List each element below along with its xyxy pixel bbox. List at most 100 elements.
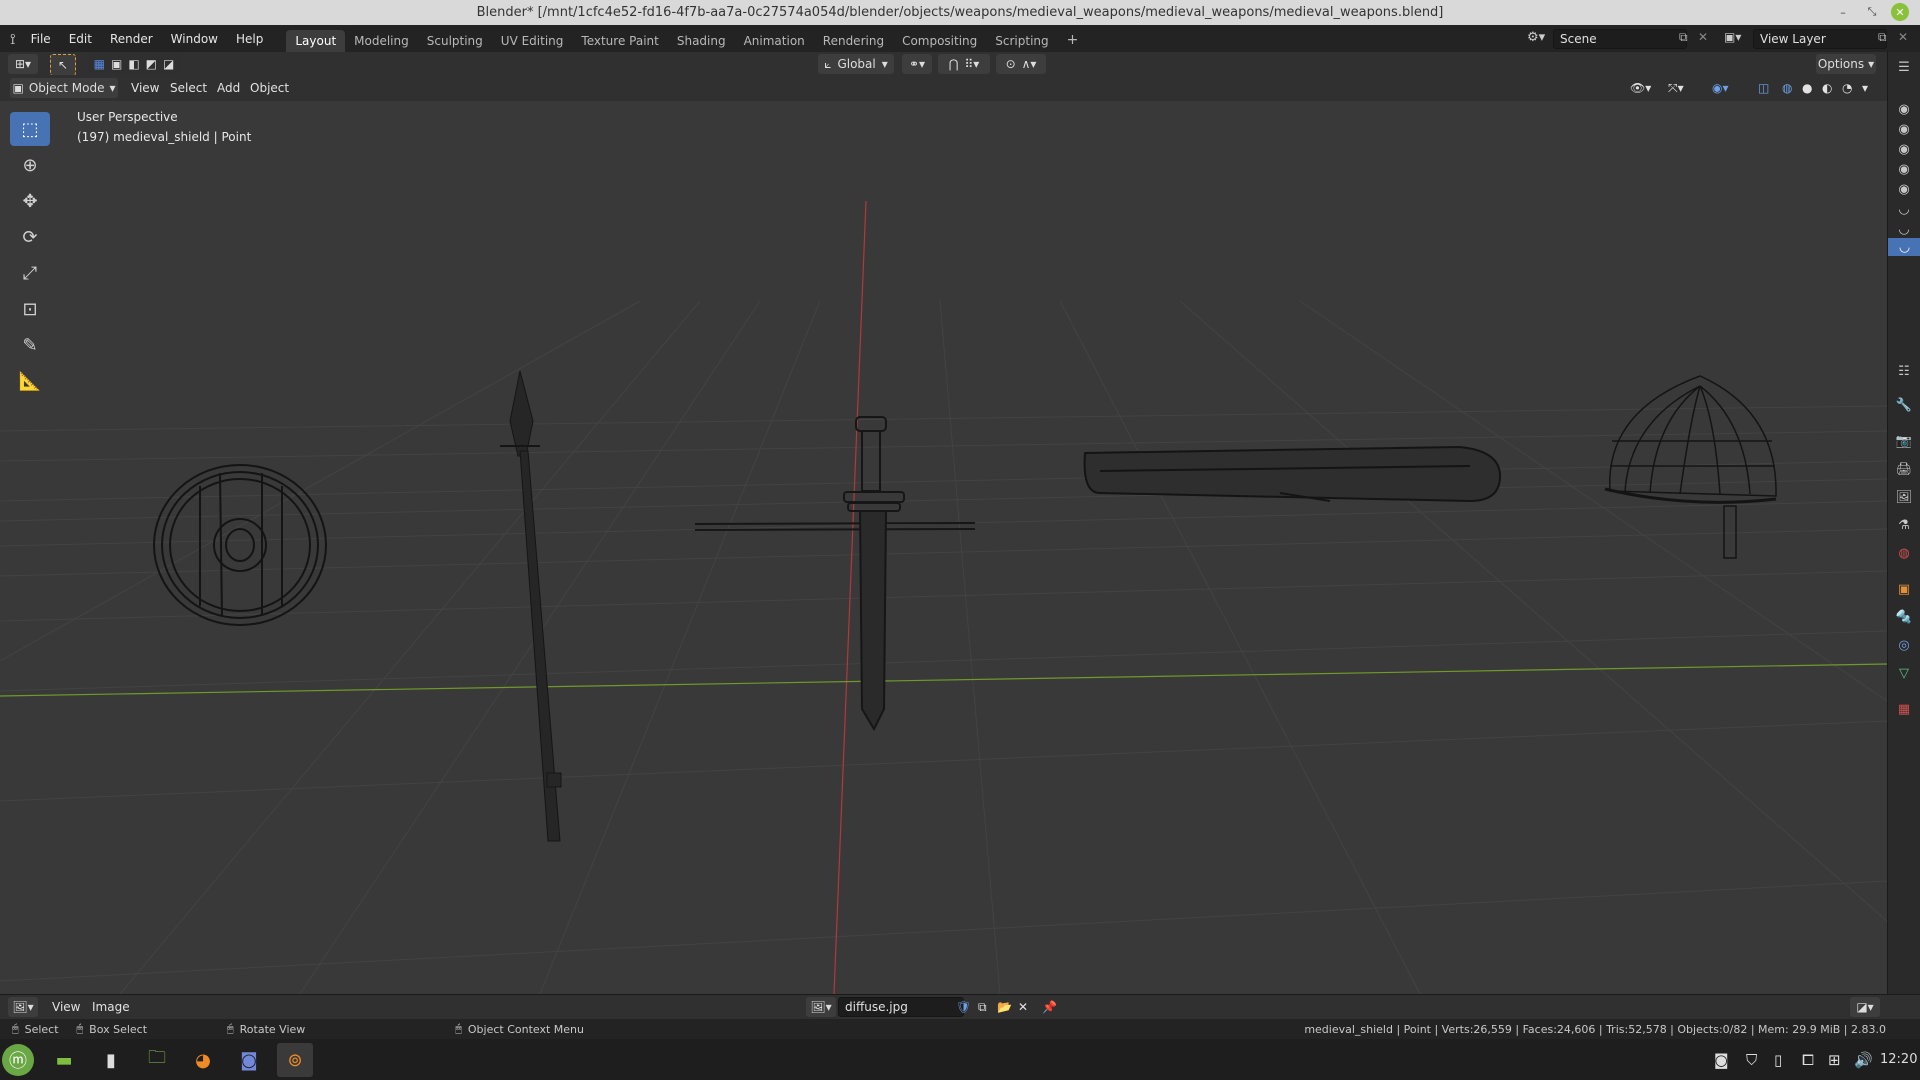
select-intersect-icon[interactable]: ◪ xyxy=(163,57,174,71)
new-scene-icon[interactable]: ⧉ xyxy=(1679,30,1688,45)
tab-uv-editing[interactable]: UV Editing xyxy=(492,30,573,52)
proportional-editing[interactable]: ⊙ ∧▾ xyxy=(996,54,1046,74)
open-image-icon[interactable]: 📂 xyxy=(997,997,1012,1017)
visibility-eye-icon[interactable]: ◉ xyxy=(1895,100,1913,118)
solid-shading-icon[interactable]: ● xyxy=(1802,78,1812,98)
unlink-image-icon[interactable]: ✕ xyxy=(1018,997,1028,1017)
delete-view-layer-icon[interactable]: ✕ xyxy=(1898,30,1908,44)
shield-tray-icon[interactable]: ⛉ xyxy=(1746,1051,1757,1069)
terminal-icon[interactable]: ▮ xyxy=(93,1043,129,1077)
object-data-properties-icon[interactable]: ▽ xyxy=(1895,664,1913,682)
output-properties-icon[interactable]: 🖨 xyxy=(1895,460,1913,478)
minimize-icon[interactable]: – xyxy=(1834,3,1852,21)
fake-user-icon[interactable]: 🛡 xyxy=(956,997,971,1017)
wireframe-shading-icon[interactable]: ◍ xyxy=(1782,78,1792,98)
world-properties-icon[interactable]: ◍ xyxy=(1895,544,1913,562)
texture-properties-icon[interactable]: ▦ xyxy=(1895,700,1913,718)
scene-selector-icon[interactable]: ⚙▾ xyxy=(1527,30,1545,45)
delete-scene-icon[interactable]: ✕ xyxy=(1698,30,1708,44)
visibility-icon[interactable]: 👁▾ xyxy=(1630,78,1651,98)
properties-toggle-icon[interactable]: ☷ xyxy=(1895,362,1913,380)
mode-dropdown[interactable]: ▣ Object Mode ▾ xyxy=(10,78,118,98)
menu-file[interactable]: File xyxy=(22,32,60,46)
cursor-tool-icon[interactable]: ⊕ xyxy=(10,148,50,182)
tab-compositing[interactable]: Compositing xyxy=(893,30,986,52)
image-name-field[interactable]: diffuse.jpg xyxy=(838,997,964,1017)
select-extend-icon[interactable]: ▣ xyxy=(111,57,122,71)
menu-render[interactable]: Render xyxy=(101,32,162,46)
menu-select[interactable]: Select xyxy=(170,78,207,98)
network-tray-icon[interactable]: ⊞ xyxy=(1828,1051,1841,1069)
overlays-icon[interactable]: ◉▾ xyxy=(1712,78,1729,98)
menu-image[interactable]: Image xyxy=(92,997,130,1017)
transform-tool-icon[interactable]: ⊡ xyxy=(10,292,50,326)
selection-mode-buttons[interactable]: ▦ ▣ ◧ ◩ ◪ xyxy=(88,54,180,74)
close-icon[interactable]: ✕ xyxy=(1891,3,1909,21)
pin-icon[interactable]: 📌 xyxy=(1042,997,1057,1017)
hidden-eye-icon-selected[interactable]: ◡ xyxy=(1888,238,1920,256)
add-workspace-button[interactable]: + xyxy=(1058,28,1088,52)
rendered-shading-icon[interactable]: ◔ xyxy=(1842,78,1852,98)
tab-shading[interactable]: Shading xyxy=(668,30,735,52)
update-tray-icon[interactable]: ⧠ xyxy=(1802,1051,1814,1069)
visibility-eye-icon[interactable]: ◉ xyxy=(1895,180,1913,198)
view-layer-icon[interactable]: ▣▾ xyxy=(1724,30,1741,44)
transform-orientation-dropdown[interactable]: ⟀ Global ▾ xyxy=(818,54,894,74)
select-invert-icon[interactable]: ◩ xyxy=(146,57,157,71)
visibility-eye-icon[interactable]: ◉ xyxy=(1895,160,1913,178)
menu-launcher-icon[interactable]: ⓜ xyxy=(2,1044,34,1076)
tab-layout[interactable]: Layout xyxy=(286,30,346,52)
scale-tool-icon[interactable]: ⤢ xyxy=(10,256,50,290)
tab-modeling[interactable]: Modeling xyxy=(345,30,418,52)
menu-add[interactable]: Add xyxy=(217,78,240,98)
tab-texture-paint[interactable]: Texture Paint xyxy=(572,30,667,52)
hidden-eye-icon[interactable]: ◡ xyxy=(1895,220,1913,238)
discord-tray-icon[interactable]: ◙ xyxy=(1714,1051,1729,1069)
select-subtract-icon[interactable]: ◧ xyxy=(128,57,139,71)
menu-help[interactable]: Help xyxy=(227,32,272,46)
menu-view[interactable]: View xyxy=(52,997,80,1017)
outliner-toggle-icon[interactable]: ☰ xyxy=(1895,58,1913,76)
view-layer-properties-icon[interactable]: 🖼 xyxy=(1895,488,1913,506)
new-image-icon[interactable]: ⧉ xyxy=(978,997,987,1017)
blender-logo-icon[interactable]: ⟟ xyxy=(10,30,16,48)
visibility-eye-icon[interactable]: ◉ xyxy=(1895,140,1913,158)
show-desktop-icon[interactable]: ▬ xyxy=(46,1043,82,1077)
tab-scripting[interactable]: Scripting xyxy=(986,30,1057,52)
display-mode-icon[interactable]: ◪▾ xyxy=(1850,997,1880,1017)
3d-viewport[interactable]: User Perspective (197) medieval_shield |… xyxy=(0,101,1887,994)
menu-window[interactable]: Window xyxy=(162,32,227,46)
tool-properties-icon[interactable]: 🔧 xyxy=(1895,396,1913,414)
clipboard-tray-icon[interactable]: ▯ xyxy=(1774,1051,1782,1069)
discord-icon[interactable]: ◙ xyxy=(231,1043,267,1077)
render-properties-icon[interactable]: 📷 xyxy=(1895,432,1913,450)
editor-type-icon[interactable]: ⊞▾ xyxy=(8,54,38,74)
xray-icon[interactable]: ◫ xyxy=(1758,78,1769,98)
file-manager-icon[interactable]: 🗀 xyxy=(139,1043,175,1077)
measure-tool-icon[interactable]: 📐 xyxy=(10,364,50,398)
firefox-icon[interactable]: ◕ xyxy=(185,1043,221,1077)
clock[interactable]: 12:20 xyxy=(1880,1052,1917,1067)
snap-toggle[interactable]: ⋂ ⠿▾ xyxy=(938,54,990,74)
menu-object[interactable]: Object xyxy=(250,78,289,98)
chevron-down-icon[interactable]: ▾ xyxy=(1862,78,1868,98)
modifier-properties-icon[interactable]: 🔩 xyxy=(1895,608,1913,626)
volume-icon[interactable]: 🔊 xyxy=(1854,1051,1873,1069)
tab-rendering[interactable]: Rendering xyxy=(814,30,893,52)
blender-taskbar-icon[interactable]: ⊚ xyxy=(277,1043,313,1077)
scene-field[interactable]: Scene xyxy=(1553,29,1687,49)
tab-animation[interactable]: Animation xyxy=(735,30,814,52)
view-layer-field[interactable]: View Layer xyxy=(1753,29,1887,49)
object-properties-icon[interactable]: ▣ xyxy=(1895,580,1913,598)
menu-edit[interactable]: Edit xyxy=(60,32,101,46)
select-tool-icon[interactable]: ↖ xyxy=(50,54,76,76)
annotate-tool-icon[interactable]: ✎ xyxy=(10,328,50,362)
select-new-icon[interactable]: ▦ xyxy=(94,57,105,71)
menu-view[interactable]: View xyxy=(131,78,159,98)
editor-type-icon[interactable]: 🖼▾ xyxy=(8,997,38,1017)
image-browse-icon[interactable]: 🖼▾ xyxy=(806,997,836,1017)
physics-properties-icon[interactable]: ◎ xyxy=(1895,636,1913,654)
hidden-eye-icon[interactable]: ◡ xyxy=(1895,200,1913,218)
options-dropdown[interactable]: Options ▾ xyxy=(1816,54,1876,74)
move-tool-icon[interactable]: ✥ xyxy=(10,184,50,218)
